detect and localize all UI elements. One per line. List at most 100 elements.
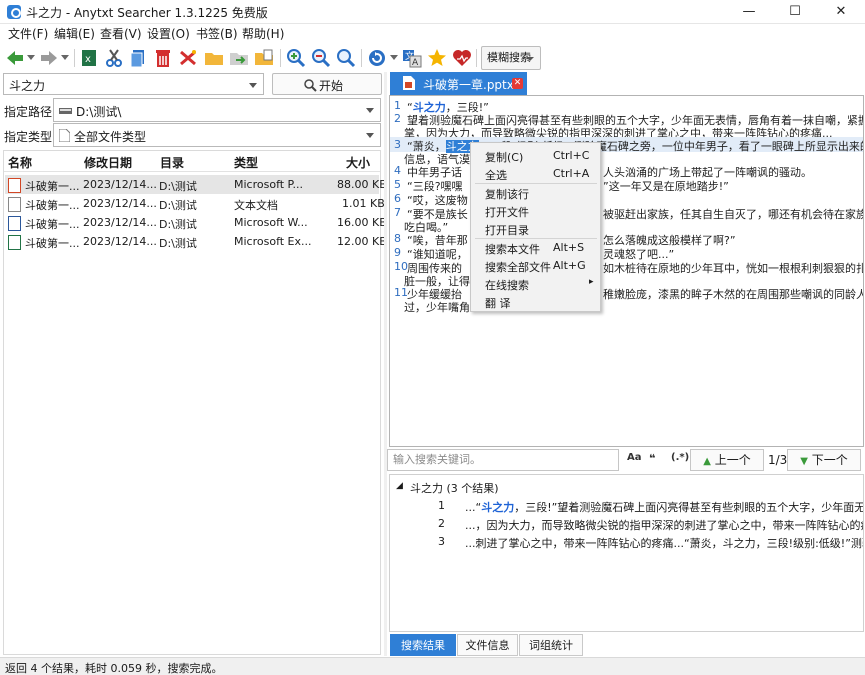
list-item[interactable]: 斗破第一... 2023/12/14... D:\测试 Microsoft W.… (5, 213, 387, 232)
line-number: 5 (394, 178, 401, 191)
file-date: 2023/12/14... (83, 235, 157, 248)
translate-icon[interactable]: 文A (401, 47, 423, 69)
tab-document[interactable]: 斗破第一章.pptx ✕ (390, 72, 527, 95)
copy-icon[interactable] (127, 47, 149, 69)
search-icon[interactable] (335, 47, 357, 69)
folder-icon[interactable] (203, 47, 225, 69)
toolbar-separator (280, 49, 281, 67)
menu-item-copy[interactable]: 复制(C) Ctrl+C (471, 146, 600, 164)
tab-file-info[interactable]: 文件信息 (457, 634, 518, 656)
refresh-dropdown-icon[interactable] (390, 55, 398, 61)
maximize-button[interactable]: ☐ (772, 0, 818, 24)
cut-icon[interactable] (103, 47, 125, 69)
column-size[interactable]: 大小 (346, 154, 370, 171)
query-combobox[interactable]: 斗之力 (3, 73, 264, 95)
menu-item-search-all-files[interactable]: 搜索全部文件 Alt+G (471, 257, 600, 275)
doc-line: 稚嫩脸庞，漆黑的眸子木然的在周围那些嘲讽的同龄人身上扫 (603, 288, 863, 301)
forward-dropdown-icon[interactable] (61, 55, 69, 61)
match-snippet[interactable]: ...刺进了掌心之中，带来一阵阵钻心的疼痛...“萧炎，斗之力，三段!级别:低级… (465, 535, 863, 551)
file-date: 2023/12/14... (83, 216, 157, 229)
file-size: 12.00 KB (337, 235, 387, 248)
list-item[interactable]: 斗破第一... 2023/12/14... D:\测试 Microsoft P.… (5, 175, 387, 194)
menu-item-select-all[interactable]: 全选 Ctrl+A (471, 164, 600, 182)
menu-settings[interactable]: 设置(O) (147, 26, 190, 42)
status-text: 返回 4 个结果，耗时 0.059 秒，搜索完成。 (5, 662, 223, 675)
match-counter: 1/3 (768, 453, 788, 467)
menu-item-copy-line[interactable]: 复制该行 (471, 184, 600, 202)
svg-text:x: x (85, 54, 91, 65)
file-dir: D:\测试 (159, 199, 197, 212)
zoom-out-icon[interactable] (310, 47, 332, 69)
menu-item-open-file[interactable]: 打开文件 (471, 202, 600, 220)
query-text: 斗之力 (9, 79, 46, 93)
back-dropdown-icon[interactable] (27, 55, 35, 61)
menu-edit[interactable]: 编辑(E) (54, 26, 95, 42)
list-item[interactable]: 斗破第一... 2023/12/14... D:\测试 文本文档 1.01 KB (5, 194, 385, 213)
previous-match-button[interactable]: ▲ 上一个 (690, 449, 764, 471)
search-mode-dropdown[interactable]: 模糊搜索 (481, 46, 541, 70)
column-name[interactable]: 名称 (8, 154, 32, 171)
zoom-in-icon[interactable] (285, 47, 307, 69)
excel-export-icon[interactable]: x (79, 47, 101, 69)
status-bar: 返回 4 个结果，耗时 0.059 秒，搜索完成。 (0, 657, 865, 675)
title-bar: 斗之力 - Anytxt Searcher 1.3.1225 免费版 — ☐ ✕ (0, 0, 865, 24)
start-search-button[interactable]: 开始 (272, 73, 382, 95)
document-preview[interactable]: 1 “斗之力，三段!” 2 望着测验魔石碑上面闪亮得甚至有些刺眼的五个大字，少年… (389, 95, 864, 447)
menu-item-translate[interactable]: 翻 译 (471, 293, 600, 311)
whole-word-toggle[interactable]: ❝ (649, 452, 655, 465)
clean-icon[interactable] (177, 47, 199, 69)
menu-item-open-folder[interactable]: 打开目录 (471, 220, 600, 238)
menu-item-search-this-file[interactable]: 搜索本文件 Alt+S (471, 239, 600, 257)
close-window-button[interactable]: ✕ (818, 0, 864, 24)
column-directory[interactable]: 目录 (160, 154, 184, 171)
back-icon[interactable] (4, 47, 26, 69)
find-input[interactable]: 输入搜索关键词。 (387, 449, 619, 471)
type-combobox[interactable]: 全部文件类型 (53, 123, 381, 147)
menu-bookmarks[interactable]: 书签(B) (196, 26, 238, 42)
next-match-button[interactable]: ▼ 下一个 (787, 449, 861, 471)
ppt-file-icon (8, 178, 21, 193)
file-icon (59, 129, 70, 142)
match-index: 1 (438, 499, 445, 512)
regex-toggle[interactable]: (.*) (671, 452, 689, 463)
heart-icon[interactable] (451, 47, 473, 69)
minimize-button[interactable]: — (726, 0, 772, 24)
search-icon (304, 79, 317, 92)
column-date[interactable]: 修改日期 (84, 154, 132, 171)
match-index: 2 (438, 517, 445, 530)
match-index: 3 (438, 535, 445, 548)
arrow-down-icon: ▼ (800, 456, 808, 467)
doc-line: 被驱赶出家族，任其自生自灭了，哪还有机会待在家族中白 (603, 208, 864, 221)
menu-file[interactable]: 文件(F) (8, 26, 48, 42)
file-result-list[interactable]: 名称 修改日期 目录 类型 大小 斗破第一... 2023/12/14... D… (3, 150, 387, 655)
delete-icon[interactable] (152, 47, 174, 69)
list-header: 名称 修改日期 目录 类型 大小 (4, 151, 380, 172)
tree-header[interactable]: 斗之力 (3 个结果) (410, 480, 499, 496)
forward-icon[interactable] (38, 47, 60, 69)
star-icon[interactable] (426, 47, 448, 69)
match-case-toggle[interactable]: Aa (627, 452, 642, 463)
match-snippet[interactable]: ...“斗之力，三段!”望着测验魔石碑上面闪亮得甚至有些刺眼的五个大字，少年面无… (465, 499, 863, 515)
menu-view[interactable]: 查看(V) (100, 26, 142, 42)
match-snippet[interactable]: ...，因为大力，而导致略微尖锐的指甲深深的刺进了掌心之中，带来一阵阵钻心的疼痛… (465, 517, 863, 533)
doc-line: 如木桩待在原地的少年耳中，恍如一根根利刺狠狠的扎在心 (603, 262, 864, 275)
refresh-icon[interactable] (366, 47, 388, 69)
word-file-icon (8, 216, 21, 231)
tab-search-results[interactable]: 搜索结果 (390, 634, 456, 656)
list-item[interactable]: 斗破第一... 2023/12/14... D:\测试 Microsoft Ex… (5, 232, 387, 251)
collapse-icon[interactable]: ◢ (396, 481, 403, 491)
tab-phrase-stats[interactable]: 词组统计 (519, 634, 583, 656)
close-tab-icon[interactable]: ✕ (512, 78, 523, 89)
menu-bar: 文件(F) 编辑(E) 查看(V) 设置(O) 书签(B) 帮助(H) (0, 24, 865, 44)
menu-help[interactable]: 帮助(H) (242, 26, 284, 42)
match-results-tree[interactable]: ◢ 斗之力 (3 个结果) 1 ...“斗之力，三段!”望着测验魔石碑上面闪亮得… (389, 474, 864, 632)
menu-item-online-search[interactable]: 在线搜索 ▸ (471, 275, 600, 293)
pane-splitter[interactable] (384, 72, 387, 656)
file-size: 1.01 KB (342, 197, 385, 210)
column-type[interactable]: 类型 (234, 154, 258, 171)
path-combobox[interactable]: D:\测试\ (53, 98, 381, 122)
file-type: Microsoft Ex... (234, 235, 312, 248)
move-icon[interactable] (228, 47, 250, 69)
export-icon[interactable] (253, 47, 275, 69)
line-number: 3 (394, 138, 401, 151)
